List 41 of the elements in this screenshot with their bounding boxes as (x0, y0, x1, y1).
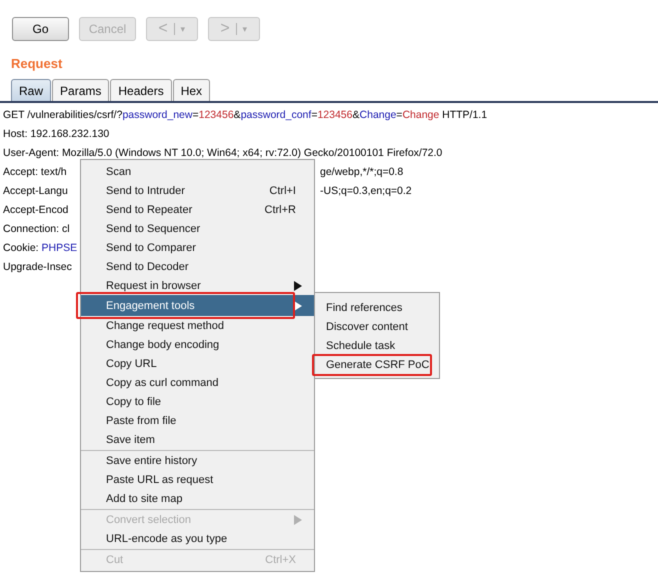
request-line-text: GET /vulnerabilities/csrf/?password_new=123456&password_conf=123456&Change=Change HTTP/1.1 (3, 108, 488, 120)
request-line-text: User-Agent: Mozilla/5.0 (Windows NT 10.0; Win64; x64; rv:72.0) Gecko/20100101 Firefox/72.0 (3, 146, 442, 158)
menu-item[interactable]: Change request method (81, 316, 314, 335)
menu-item[interactable]: Request in browser (81, 276, 314, 295)
menu-item[interactable]: Discover content (315, 317, 439, 336)
editor-tab[interactable]: Hex (172, 79, 210, 101)
menu-item[interactable]: Copy as curl command (81, 373, 314, 392)
menu-item[interactable]: Change body encoding (81, 335, 314, 354)
menu-item[interactable]: Engagement tools (81, 295, 314, 316)
menu-item[interactable]: Paste from file (81, 411, 314, 430)
menu-item[interactable]: Send to Repeater Ctrl+R (81, 200, 314, 219)
menu-item[interactable]: Save item (81, 430, 314, 449)
menu-item[interactable]: Send to Comparer (81, 238, 314, 257)
menu-item[interactable]: Schedule task (315, 336, 439, 355)
request-line-text: Cookie: PHPSE (3, 242, 78, 254)
request-line-text: Accept-Langu (3, 184, 68, 196)
request-line-text: Connection: cl (3, 222, 70, 234)
menu-item[interactable]: Generate CSRF PoC (315, 355, 439, 374)
request-line-text: Upgrade-Insec (3, 260, 72, 272)
menu-item[interactable]: Send to Decoder (81, 257, 314, 276)
menu-item[interactable]: Send to Intruder Ctrl+I (81, 181, 314, 200)
menu-item[interactable]: Add to site map (81, 489, 314, 508)
request-line-text: -US;q=0.3,en;q=0.2 (320, 184, 412, 196)
request-line-text: ge/webp,*/*;q=0.8 (320, 166, 404, 178)
editor-tab[interactable]: Raw (11, 79, 52, 101)
panel-title: Request (11, 56, 62, 72)
go-button[interactable]: Go (12, 17, 69, 41)
menu-item[interactable]: Copy to file (81, 392, 314, 411)
menu-item[interactable]: Save entire history (81, 451, 314, 470)
editor-tab[interactable]: Params (52, 79, 110, 101)
menu-item[interactable]: URL-encode as you type (81, 529, 314, 548)
submenu-arrow-icon (294, 514, 302, 524)
menu-item[interactable]: Paste URL as request (81, 470, 314, 489)
editor-tab[interactable]: Headers (110, 79, 172, 101)
menu-item[interactable]: Copy URL (81, 354, 314, 373)
request-line-text: Accept: text/h (3, 166, 67, 178)
request-line-text: Host: 192.168.232.130 (3, 128, 110, 140)
menu-item[interactable]: Send to Sequencer (81, 219, 314, 238)
request-line-text: Accept-Encod (3, 204, 68, 216)
menu-item[interactable]: Scan (81, 162, 314, 181)
menu-item[interactable]: Find references (315, 298, 439, 317)
